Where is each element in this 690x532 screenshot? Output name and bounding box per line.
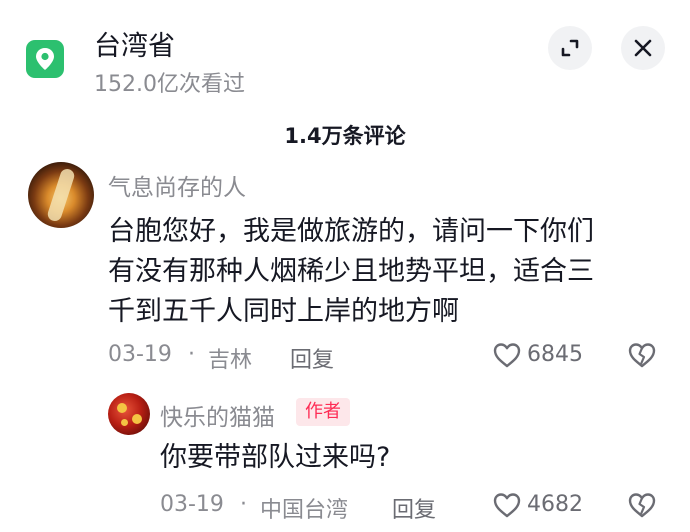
expand-icon — [561, 39, 579, 57]
comment-location: 吉林 — [208, 348, 253, 373]
reply-date: 03-19 — [160, 492, 224, 517]
reply-like-button[interactable] — [492, 491, 522, 519]
reply-location: 中国台湾 — [260, 498, 349, 523]
view-count: 152.0亿次看过 — [94, 72, 245, 97]
author-badge: 作者 — [296, 398, 350, 426]
comment-text-line: 有没有那种人烟稀少且地势平坦，适合三 — [108, 256, 594, 287]
broken-heart-icon — [628, 493, 656, 518]
reply-username[interactable]: 快乐的猫猫 — [160, 398, 275, 432]
location-title: 台湾省 — [94, 31, 175, 62]
location-icon — [26, 40, 64, 78]
heart-icon — [493, 343, 521, 368]
expand-button[interactable] — [548, 26, 592, 70]
meta-separator: · — [188, 342, 195, 367]
reply-like-count: 4682 — [527, 492, 583, 517]
reply-button[interactable]: 回复 — [290, 342, 334, 374]
reply-text: 你要带部队过来吗? — [160, 442, 391, 473]
reply-reply-button[interactable]: 回复 — [392, 492, 436, 524]
meta-separator: · — [240, 492, 247, 517]
dislike-button[interactable] — [626, 341, 658, 369]
like-button[interactable] — [492, 341, 522, 369]
heart-icon — [493, 493, 521, 518]
comments-count: 1.4万条评论 — [284, 124, 406, 148]
comment-username[interactable]: 气息尚存的人 — [108, 168, 246, 202]
reply-dislike-button[interactable] — [626, 491, 658, 519]
comment-date: 03-19 — [108, 342, 172, 367]
close-icon — [634, 39, 652, 57]
close-button[interactable] — [621, 26, 665, 70]
reply-avatar[interactable] — [108, 393, 150, 435]
broken-heart-icon — [628, 343, 656, 368]
avatar[interactable] — [28, 162, 94, 228]
like-count: 6845 — [527, 342, 583, 367]
comment-text-line: 千到五千人同时上岸的地方啊 — [108, 296, 459, 327]
comment-text-line: 台胞您好，我是做旅游的，请问一下你们 — [108, 216, 594, 247]
